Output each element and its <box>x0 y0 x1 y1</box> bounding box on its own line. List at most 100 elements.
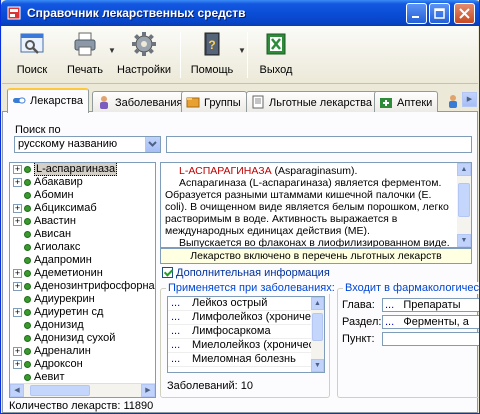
exit-button-label: Выход <box>259 64 293 76</box>
chevron-down-icon: ▼ <box>108 46 116 55</box>
help-button[interactable]: ? Помощь <box>188 30 236 80</box>
settings-button[interactable]: Настройки <box>116 30 172 80</box>
tab-scroll-right-button[interactable]: ▶ <box>462 92 477 107</box>
expand-icon[interactable]: + <box>13 282 22 291</box>
minimize-button[interactable] <box>406 3 427 24</box>
print-dropdown-arrow[interactable]: ▼ <box>104 30 116 80</box>
pharm-chapter-link[interactable]: ... <box>385 299 394 311</box>
drug-list-item[interactable]: Адиурекрин <box>10 293 155 306</box>
pharm-chapter-row: Глава: ... Препараты <box>342 298 479 312</box>
drug-list-item[interactable]: Адапромин <box>10 254 155 267</box>
toolbar-separator <box>247 32 248 78</box>
pharm-section-row: Раздел: ... Ферменты, а <box>342 315 479 329</box>
expand-icon[interactable]: + <box>13 347 22 356</box>
disease-list-item[interactable]: ... Лейкоз острый <box>168 297 324 311</box>
chevron-down-icon[interactable] <box>145 137 160 152</box>
checkbox-checked-icon[interactable] <box>162 267 173 278</box>
drug-icon <box>24 205 31 212</box>
scroll-up-button[interactable]: ▲ <box>311 297 324 310</box>
drug-list-item[interactable]: + L-аспарагиназа <box>10 163 155 176</box>
diseases-scrollbar[interactable]: ▲ ▼ <box>311 297 324 372</box>
maximize-button[interactable] <box>429 3 450 24</box>
scroll-down-button[interactable]: ▼ <box>457 234 471 247</box>
expand-icon[interactable]: + <box>13 217 22 226</box>
scroll-up-button[interactable]: ▲ <box>457 163 471 176</box>
search-input[interactable] <box>166 136 472 153</box>
title-bar[interactable]: Справочник лекарственных средств <box>1 0 479 26</box>
drug-count: Количество лекарств: 11890 <box>9 400 154 412</box>
help-book-icon: ? <box>204 32 220 56</box>
drug-list-item[interactable]: + Адроксон <box>10 358 155 371</box>
expand-icon[interactable]: + <box>13 308 22 317</box>
tab-groups[interactable]: Группы <box>181 91 247 112</box>
close-button[interactable] <box>454 3 475 24</box>
drug-list-item[interactable]: + Аденозинтрифосфорная <box>10 280 155 293</box>
drug-list-item[interactable]: Ависан <box>10 228 155 241</box>
drug-icon <box>24 218 31 225</box>
drug-list-item[interactable]: Адонизид сухой <box>10 332 155 345</box>
drug-list-item[interactable]: + Абакавир <box>10 176 155 189</box>
tab-pharmacies[interactable]: Аптеки <box>374 91 439 112</box>
drug-list[interactable]: + L-аспарагиназа + Абакавир Абомин + Абциксима… <box>9 162 156 398</box>
disease-list-item[interactable]: ... Миеломная болезнь <box>168 353 324 367</box>
exit-button[interactable]: Выход <box>256 30 296 80</box>
scroll-left-button[interactable]: ◀ <box>10 384 24 397</box>
scroll-right-button[interactable]: ▶ <box>141 384 155 397</box>
disease-list-item[interactable]: ... Лимфосаркома <box>168 325 324 339</box>
pharm-chapter-label: Глава: <box>342 299 375 311</box>
drug-name: Авастин <box>34 215 76 227</box>
drug-list-hscrollbar[interactable]: ◀ ▶ <box>10 383 155 397</box>
disease-name: Лимфолейкоз (хронический) <box>192 311 325 323</box>
disease-list-item[interactable]: ... Лимфолейкоз (хронический) <box>168 311 324 325</box>
disease-link[interactable]: ... <box>171 353 180 366</box>
print-button[interactable]: Печать <box>60 30 110 80</box>
drug-list-item[interactable]: Абомин <box>10 189 155 202</box>
svg-text:?: ? <box>208 38 215 52</box>
additional-info-checkbox[interactable]: Дополнительная информация <box>162 267 330 279</box>
disease-link[interactable]: ... <box>171 311 180 324</box>
tab-drugs[interactable]: Лекарства <box>7 88 90 113</box>
drug-name: Абакавир <box>34 176 83 188</box>
pharm-chapter-value[interactable]: ... Препараты <box>382 298 479 312</box>
expand-icon[interactable]: + <box>13 204 22 213</box>
expand-icon[interactable]: + <box>13 269 22 278</box>
drug-icon <box>24 231 31 238</box>
drug-list-item[interactable]: + Абциксимаб <box>10 202 155 215</box>
pharm-item-label: Пункт: <box>342 333 375 345</box>
disease-list-item[interactable]: ... Миелолейкоз (хронический) <box>168 339 324 353</box>
pharm-section-value[interactable]: ... Ферменты, а <box>382 315 479 329</box>
scroll-thumb[interactable] <box>458 183 470 217</box>
expand-icon[interactable]: + <box>13 360 22 369</box>
drug-icon <box>24 374 31 381</box>
help-button-label: Помощь <box>190 64 234 76</box>
help-dropdown-arrow[interactable]: ▼ <box>234 30 246 80</box>
scroll-thumb[interactable] <box>30 385 90 396</box>
drug-list-item[interactable]: + Адреналин <box>10 345 155 358</box>
scroll-thumb[interactable] <box>312 313 323 341</box>
drug-icon <box>24 361 31 368</box>
drug-list-item[interactable]: Агиолакс <box>10 241 155 254</box>
disease-link[interactable]: ... <box>171 325 180 338</box>
drug-latin-name: (Asparaginasum). <box>271 165 358 177</box>
search-button[interactable]: Поиск <box>12 30 52 80</box>
drug-list-item[interactable]: + Адиуретин сд <box>10 306 155 319</box>
drug-list-item[interactable]: Адонизид <box>10 319 155 332</box>
expand-icon[interactable]: + <box>13 165 22 174</box>
tab-overflow[interactable]: ▶ <box>442 90 478 112</box>
disease-link[interactable]: ... <box>171 339 180 352</box>
folders-icon <box>186 97 200 108</box>
expand-icon[interactable]: + <box>13 178 22 187</box>
description-scrollbar[interactable]: ▲ ▼ <box>457 163 471 247</box>
drug-list-item[interactable]: + Адеметионин <box>10 267 155 280</box>
drug-description[interactable]: L-АСПАРАГИНАЗА (Asparaginasum). Аспараги… <box>160 162 472 248</box>
pharm-section-link[interactable]: ... <box>385 316 394 328</box>
scroll-down-button[interactable]: ▼ <box>311 359 324 372</box>
search-mode-select[interactable]: русскому названию <box>14 136 161 153</box>
app-icon <box>7 6 21 20</box>
pharm-item-value[interactable] <box>382 332 479 346</box>
diseases-list[interactable]: ... Лейкоз острый... Лимфолейкоз (хроничес… <box>167 296 325 373</box>
tab-preferential-drugs[interactable]: Льготные лекарства <box>246 91 378 112</box>
disease-link[interactable]: ... <box>171 297 180 310</box>
drug-list-item[interactable]: + Авастин <box>10 215 155 228</box>
tab-diseases[interactable]: Заболевания <box>92 91 189 112</box>
